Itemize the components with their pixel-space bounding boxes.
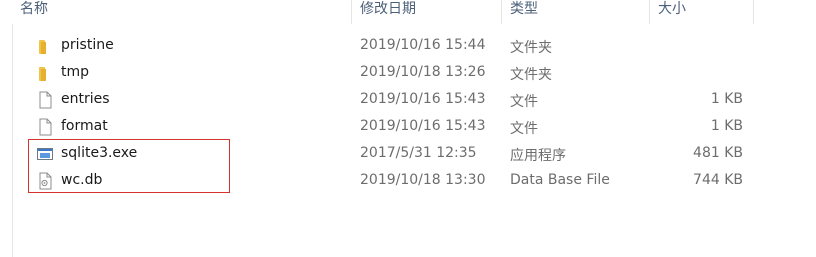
file-icon: [36, 118, 54, 136]
file-row-tmp[interactable]: tmp 2019/10/18 13:26 文件夹: [28, 60, 768, 87]
file-type: 应用程序: [510, 148, 566, 164]
file-date: 2019/10/16 15:44: [360, 37, 486, 53]
column-header-type[interactable]: 类型: [502, 0, 650, 24]
file-name: entries: [61, 91, 110, 107]
file-date: 2019/10/18 13:30: [360, 172, 486, 188]
file-name: format: [61, 118, 108, 134]
column-header-size[interactable]: 大小: [650, 0, 754, 24]
file-row-format[interactable]: format 2019/10/16 15:43 文件 1 KB: [28, 114, 768, 141]
file-date: 2019/10/16 15:43: [360, 91, 486, 107]
red-highlight-box: [28, 139, 230, 193]
file-type: 文件: [510, 94, 538, 110]
column-header-date[interactable]: 修改日期: [352, 0, 502, 24]
folder-icon: [36, 64, 54, 82]
navigation-pane-edge: [0, 0, 13, 257]
file-date: 2019/10/16 15:43: [360, 118, 486, 134]
file-type: 文件夹: [510, 67, 552, 83]
file-type: 文件: [510, 121, 538, 137]
file-type: Data Base File: [510, 172, 610, 188]
file-date: 2017/5/31 12:35: [360, 145, 477, 161]
file-type: 文件夹: [510, 40, 552, 56]
file-name: pristine: [61, 37, 114, 53]
file-icon: [36, 91, 54, 109]
file-row-pristine[interactable]: pristine 2019/10/16 15:44 文件夹: [28, 33, 768, 60]
file-size: 744 KB: [693, 172, 743, 188]
file-row-entries[interactable]: entries 2019/10/16 15:43 文件 1 KB: [28, 87, 768, 114]
file-size: 1 KB: [710, 118, 743, 134]
file-size: 1 KB: [710, 91, 743, 107]
folder-icon: [36, 37, 54, 55]
file-size: 481 KB: [693, 145, 743, 161]
file-name: tmp: [61, 64, 90, 80]
file-date: 2019/10/18 13:26: [360, 64, 486, 80]
column-header-name[interactable]: 名称: [12, 0, 352, 24]
